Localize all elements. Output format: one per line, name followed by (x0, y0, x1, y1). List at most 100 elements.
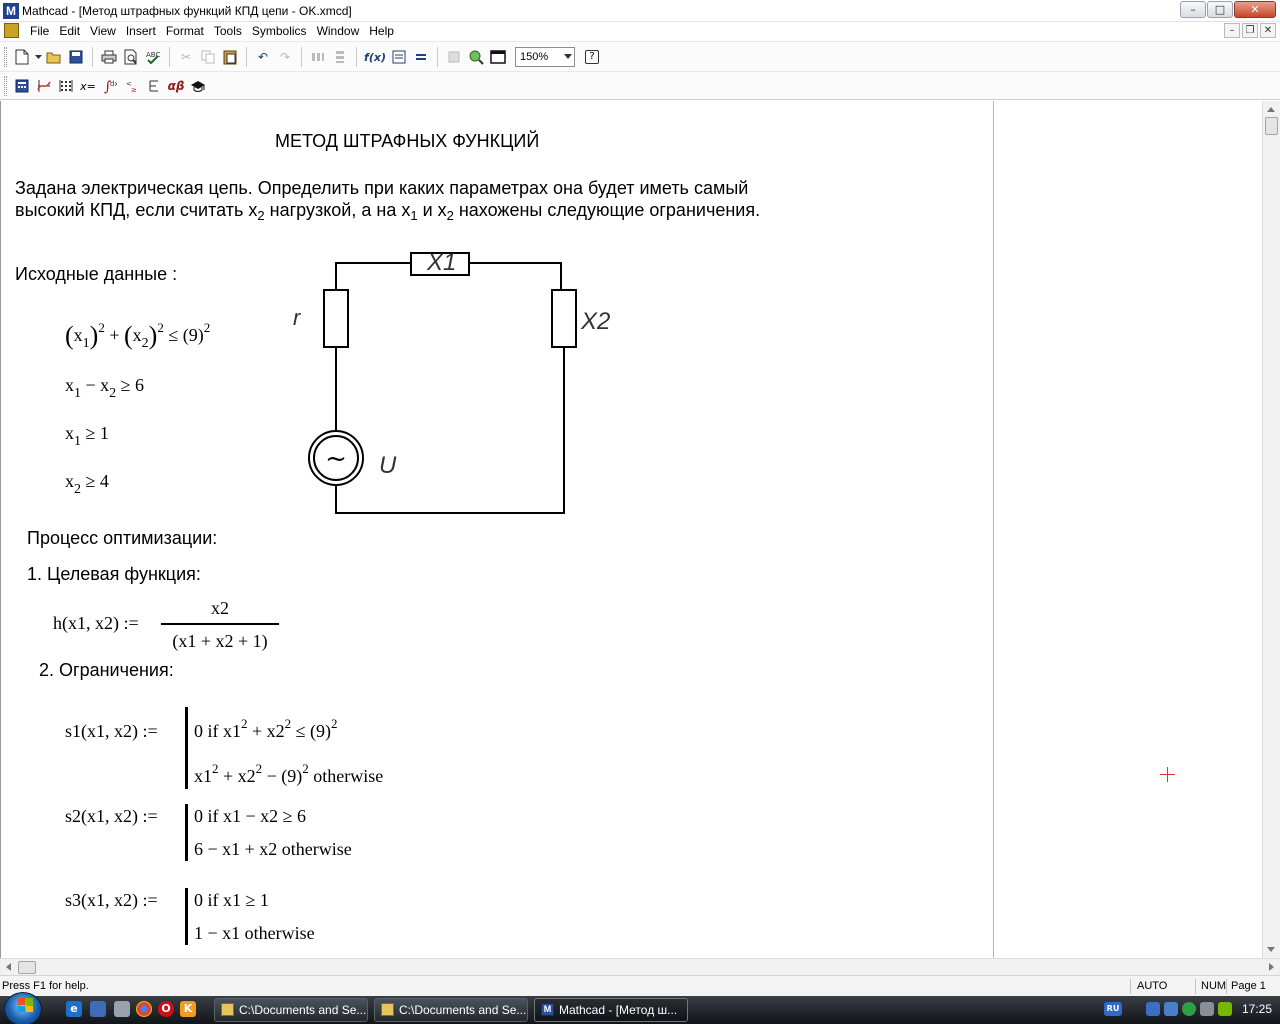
internet-explorer-icon[interactable]: e (66, 1001, 82, 1017)
maximize-button[interactable]: □ (1207, 1, 1233, 18)
mathcad-icon: M (541, 1003, 554, 1016)
programming-palette-icon[interactable] (143, 75, 165, 97)
copy-icon[interactable] (197, 46, 219, 68)
show-desktop-icon[interactable] (90, 1001, 106, 1017)
window-controls: – □ ✕ (1180, 1, 1276, 18)
calculator-palette-icon[interactable] (11, 75, 33, 97)
worksheet-area[interactable]: МЕТОД ШТРАФНЫХ ФУНКЦИЙ Задана электричес… (0, 101, 1262, 958)
start-button[interactable] (4, 992, 42, 1024)
print-preview-icon[interactable] (120, 46, 142, 68)
menu-edit[interactable]: Edit (54, 24, 85, 38)
close-button[interactable]: ✕ (1234, 1, 1276, 18)
s3-lhs[interactable]: s3(x1, x2) := (65, 890, 158, 911)
circuit-diagram[interactable]: ~ X1 X2 r U (291, 243, 621, 518)
taskbar-button-mathcad[interactable]: M Mathcad - [Метод ш... (534, 998, 688, 1022)
constraint-4[interactable]: x2 ≥ 4 (65, 471, 109, 497)
menu-help[interactable]: Help (364, 24, 399, 38)
constraint-3[interactable]: x1 ≥ 1 (65, 423, 109, 449)
mail-icon[interactable] (114, 1001, 130, 1017)
document-icon[interactable] (4, 23, 19, 38)
undo-icon[interactable]: ↶ (252, 46, 274, 68)
s3-row-1[interactable]: 0 if x1 ≥ 1 (194, 890, 269, 911)
calculus-palette-icon[interactable]: ∫ dx (99, 75, 121, 97)
vertical-scrollbar[interactable] (1262, 101, 1280, 958)
minimize-button[interactable]: – (1180, 1, 1206, 18)
menu-window[interactable]: Window (312, 24, 365, 38)
taskbar-button-explorer-1[interactable]: C:\Documents and Se... (214, 998, 368, 1022)
align-across-icon[interactable] (307, 46, 329, 68)
evaluation-palette-button[interactable]: x= (77, 75, 99, 97)
folder-icon (381, 1003, 394, 1016)
display-icon[interactable] (1164, 1002, 1178, 1016)
new-document-icon[interactable] (11, 46, 33, 68)
redo-icon[interactable]: ↷ (274, 46, 296, 68)
opera-icon[interactable]: O (158, 1001, 174, 1017)
scroll-left-icon[interactable] (6, 963, 11, 971)
doc-minimize-button[interactable]: – (1224, 23, 1240, 38)
graph-palette-icon[interactable] (33, 75, 55, 97)
doc-close-button[interactable]: ✕ (1260, 23, 1276, 38)
chrome-icon[interactable] (136, 1001, 152, 1017)
scroll-up-icon[interactable] (1267, 107, 1275, 112)
app-launcher-icon[interactable]: K (180, 1001, 196, 1017)
s2-row-1[interactable]: 0 if x1 − x2 ≥ 6 (194, 806, 306, 827)
help-button[interactable]: ? (581, 46, 603, 68)
resources-icon[interactable] (465, 46, 487, 68)
zoom-select[interactable]: 150% (515, 47, 575, 67)
scroll-down-icon[interactable] (1267, 947, 1275, 952)
network-icon[interactable] (1146, 1002, 1160, 1016)
toolbar-handle[interactable] (4, 47, 7, 67)
menu-insert[interactable]: Insert (121, 24, 161, 38)
boolean-palette-icon[interactable]: < ≥ (121, 75, 143, 97)
objective-lhs[interactable]: h(x1, x2) := (53, 613, 139, 634)
paste-icon[interactable] (219, 46, 241, 68)
s2-lhs[interactable]: s2(x1, x2) := (65, 806, 158, 827)
menu-format[interactable]: Format (161, 24, 209, 38)
symbolic-palette-icon[interactable] (187, 75, 209, 97)
greek-palette-button[interactable]: αβ (165, 75, 187, 97)
doc-restore-button[interactable]: ❐ (1242, 23, 1258, 38)
matrix-palette-icon[interactable] (55, 75, 77, 97)
objective-fraction[interactable]: x2 (x1 + x2 + 1) (161, 598, 279, 652)
print-icon[interactable] (98, 46, 120, 68)
insert-component-icon[interactable] (443, 46, 465, 68)
align-down-icon[interactable] (329, 46, 351, 68)
insert-function-button[interactable]: f(x) (362, 46, 388, 68)
language-indicator[interactable]: RU (1104, 1002, 1122, 1016)
source-data-label: Исходные данные : (15, 264, 178, 284)
s1-row-1[interactable]: 0 if x12 + x22 ≤ (9)2 (194, 717, 338, 742)
value: 4 (99, 471, 109, 491)
cut-icon[interactable]: ✂ (175, 46, 197, 68)
scroll-thumb[interactable] (1265, 117, 1278, 135)
subscript: 2 (109, 386, 117, 401)
menu-symbolics[interactable]: Symbolics (247, 24, 312, 38)
piecewise-bar (185, 804, 188, 861)
toolbar-handle[interactable] (4, 76, 7, 96)
volume-icon[interactable] (1200, 1002, 1214, 1016)
horizontal-scrollbar[interactable] (0, 958, 1280, 975)
messenger-icon[interactable] (1182, 1002, 1196, 1016)
save-icon[interactable] (65, 46, 87, 68)
taskbar-button-explorer-2[interactable]: C:\Documents and Se... (374, 998, 528, 1022)
scroll-thumb[interactable] (18, 961, 36, 974)
s1-row-2[interactable]: x12 + x22 − (9)2 otherwise (194, 762, 383, 787)
insert-unit-icon[interactable] (388, 46, 410, 68)
operator: ≥ (120, 375, 131, 395)
spell-check-icon[interactable]: ABC (142, 46, 164, 68)
clock[interactable]: 17:25 (1242, 1002, 1272, 1016)
menu-view[interactable]: View (85, 24, 121, 38)
window-region-icon[interactable] (487, 46, 509, 68)
s1-lhs[interactable]: s1(x1, x2) := (65, 721, 158, 742)
menu-tools[interactable]: Tools (209, 24, 247, 38)
s2-row-2[interactable]: 6 − x1 + x2 otherwise (194, 839, 352, 860)
calculate-icon[interactable] (410, 46, 432, 68)
s3-row-2[interactable]: 1 − x1 otherwise (194, 923, 315, 944)
open-folder-icon[interactable] (43, 46, 65, 68)
graphics-driver-icon[interactable] (1218, 1002, 1232, 1016)
status-page: Page 1 (1231, 980, 1266, 992)
menu-file[interactable]: File (25, 24, 54, 38)
scroll-right-icon[interactable] (1269, 963, 1274, 971)
dropdown-arrow-icon[interactable] (33, 46, 43, 68)
constraint-1[interactable]: (x1)2 + (x2)2 ≤ (9)2 (65, 321, 210, 351)
constraint-2[interactable]: x1 − x2 ≥ 6 (65, 375, 144, 401)
